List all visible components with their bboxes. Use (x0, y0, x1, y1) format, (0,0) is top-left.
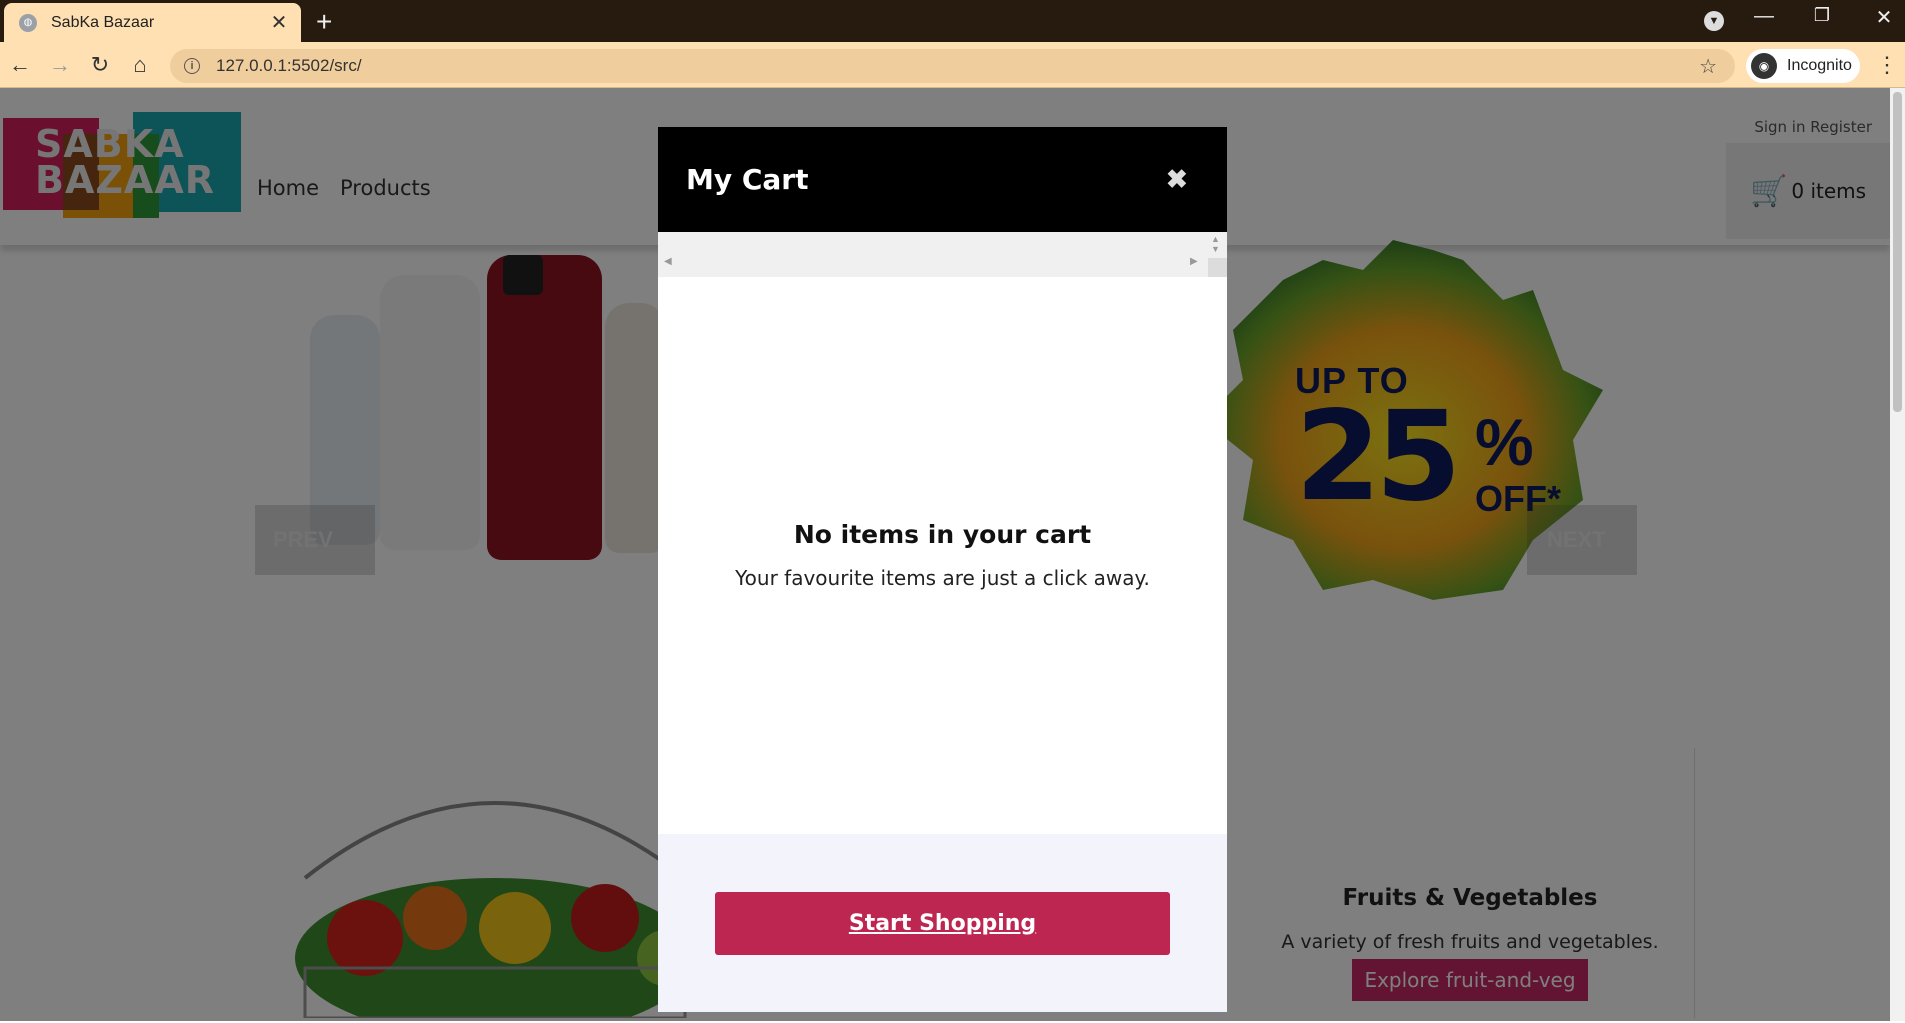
restore-button[interactable]: ❐ (1802, 5, 1842, 26)
browser-menu-icon[interactable]: ⋮ (1876, 52, 1898, 78)
scroll-up-icon[interactable]: ▲ (1211, 234, 1220, 244)
home-button[interactable]: ⌂ (125, 51, 155, 79)
new-tab-button[interactable]: + (316, 6, 332, 38)
back-button[interactable]: ← (5, 51, 35, 79)
tab-search-icon[interactable]: ▼ (1704, 11, 1724, 31)
cart-modal-header: My Cart ✖ (658, 127, 1227, 232)
minimize-button[interactable]: — (1744, 5, 1784, 28)
start-shopping-button[interactable]: Start Shopping (715, 892, 1170, 955)
tab-close-icon[interactable]: ✕ (267, 10, 291, 35)
incognito-badge[interactable]: ◉ Incognito (1746, 49, 1860, 83)
incognito-icon: ◉ (1751, 53, 1777, 79)
bookmark-star-icon[interactable]: ☆ (1699, 54, 1717, 79)
address-bar[interactable]: i 127.0.0.1:5502/src/ ☆ (170, 49, 1735, 83)
browser-tabbar: ◍ SabKa Bazaar ✕ + ▼ — ❐ ✕ (0, 0, 1905, 42)
close-icon[interactable]: ✖ (1166, 164, 1188, 195)
scrollbar-thumb[interactable] (1893, 92, 1902, 412)
tab-title: SabKa Bazaar (51, 13, 155, 31)
browser-tab[interactable]: ◍ SabKa Bazaar ✕ (4, 3, 301, 42)
browser-toolbar: ← → ↻ ⌂ i 127.0.0.1:5502/src/ ☆ ◉ Incogn… (0, 42, 1905, 88)
cart-modal: My Cart ✖ ◀ ▶ ▲ ▼ No items in your cart … (658, 127, 1227, 1012)
empty-cart-message: No items in your cart Your favourite ite… (658, 520, 1227, 590)
scroll-down-icon[interactable]: ▼ (1211, 244, 1220, 254)
empty-cart-heading: No items in your cart (793, 520, 1092, 549)
cart-modal-footer: Start Shopping (658, 834, 1227, 1012)
reload-button[interactable]: ↻ (85, 51, 115, 79)
incognito-label: Incognito (1787, 57, 1852, 74)
cart-modal-title: My Cart (686, 163, 809, 196)
cart-list-scrollbar[interactable]: ◀ ▶ ▲ ▼ (658, 232, 1227, 277)
scroll-left-icon[interactable]: ◀ (664, 256, 672, 267)
forward-button[interactable]: → (45, 51, 75, 79)
page-scrollbar[interactable] (1890, 88, 1905, 1021)
scroll-right-icon[interactable]: ▶ (1190, 256, 1198, 267)
empty-cart-subtext: Your favourite items are just a click aw… (735, 566, 1150, 590)
info-icon[interactable]: i (184, 58, 200, 74)
globe-icon: ◍ (19, 13, 37, 32)
window-close-button[interactable]: ✕ (1864, 5, 1904, 30)
scroll-corner (1208, 258, 1227, 277)
url-text[interactable]: 127.0.0.1:5502/src/ (216, 56, 362, 76)
